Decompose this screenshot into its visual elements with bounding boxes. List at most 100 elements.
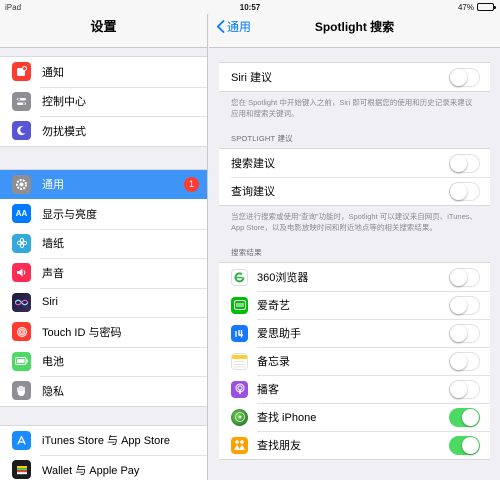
app-label: 360浏览器: [257, 272, 309, 284]
search-results-group: 360浏览器 爱奇艺 爱思助手 备忘录 播客 查找 iPhone 查找朋友: [219, 262, 490, 460]
speaker-icon: [12, 263, 31, 283]
app-row-find-iphone: 查找 iPhone: [219, 403, 490, 431]
sidebar-item-privacy[interactable]: 隐私: [0, 376, 207, 406]
search-results-header: 搜索结果: [231, 248, 262, 257]
sidebar-item-do-not-disturb[interactable]: 勿扰模式: [0, 116, 207, 146]
app-search-toggle[interactable]: [449, 295, 480, 315]
lookup-suggestions-row: 查询建议: [219, 177, 490, 205]
browser-360-icon: [231, 268, 248, 286]
app-row-podcasts: 播客: [219, 375, 490, 403]
toggle-knob: [450, 380, 467, 398]
wallpaper-icon: [12, 233, 31, 253]
toggle-knob: [462, 408, 479, 426]
siri-suggestions-row: Siri 建议: [219, 63, 490, 91]
sidebar-item-wallet[interactable]: Wallet 与 Apple Pay: [0, 455, 207, 480]
hand-icon: [12, 381, 31, 401]
sidebar-item-itunes-app-store[interactable]: iTunes Store 与 App Store: [0, 426, 207, 456]
sidebar-item-display-brightness[interactable]: AA 显示与亮度: [0, 199, 207, 229]
spotlight-settings-pane: 通用 Spotlight 搜索 Siri 建议 您在 Spotlight 中开始…: [209, 0, 500, 480]
app-label: 查找 iPhone: [257, 412, 317, 424]
sidebar-item-label: 控制中心: [42, 96, 86, 109]
sidebar-item-general[interactable]: 通用 1: [0, 169, 207, 199]
app-label: 备忘录: [257, 356, 290, 368]
app-label: 播客: [257, 384, 279, 396]
app-store-icon: [12, 430, 31, 450]
sidebar-item-label: Touch ID 与密码: [42, 326, 122, 339]
lookup-suggestions-toggle[interactable]: [449, 181, 480, 201]
spotlight-suggestions-footnote: 当您进行搜索或使用“查询”功能时，Spotlight 可以建议来自网页、iTun…: [231, 212, 477, 232]
sidebar-item-control-center[interactable]: 控制中心: [0, 86, 207, 117]
battery-icon: [477, 3, 496, 11]
spotlight-suggestions-group: 搜索建议 查询建议: [219, 148, 490, 206]
siri-icon: [12, 292, 31, 312]
sidebar-item-label: 显示与亮度: [42, 208, 97, 221]
app-label: 爱奇艺: [257, 300, 290, 312]
toggle-knob: [450, 154, 467, 172]
update-badge: 1: [184, 176, 199, 192]
find-friends-icon: [231, 436, 248, 454]
toggle-knob: [462, 436, 479, 454]
search-suggestions-toggle[interactable]: [449, 153, 480, 173]
toggle-knob: [450, 324, 467, 342]
toggle-knob: [450, 268, 467, 286]
toggle-knob: [450, 182, 467, 200]
sidebar-group-stores: iTunes Store 与 App Store Wallet 与 Apple …: [0, 424, 207, 480]
app-label: 查找朋友: [257, 440, 301, 452]
app-row-i4-assistant: 爱思助手: [219, 319, 490, 347]
app-search-toggle[interactable]: [449, 267, 480, 287]
app-search-toggle[interactable]: [449, 323, 480, 343]
spotlight-section-header: SPOTLIGHT 建议: [231, 134, 293, 143]
siri-suggestions-toggle[interactable]: [449, 67, 480, 87]
sidebar-item-label: 通知: [42, 66, 64, 79]
toggle-knob: [450, 296, 467, 314]
sidebar-item-label: iTunes Store 与 App Store: [42, 435, 170, 448]
sidebar-item-sounds[interactable]: 声音: [0, 258, 207, 288]
fingerprint-icon: [12, 322, 31, 342]
sidebar-item-battery[interactable]: 电池: [0, 346, 207, 377]
battery-indicator: 47%: [457, 2, 496, 12]
sidebar-group-alerts: 通知 控制中心 勿扰模式: [0, 56, 207, 147]
battery-percent: 47%: [457, 2, 474, 12]
app-search-toggle[interactable]: [449, 435, 480, 455]
sidebar-item-label: 勿扰模式: [42, 125, 86, 138]
sidebar-item-siri[interactable]: Siri: [0, 287, 207, 318]
sidebar-item-label: 声音: [42, 267, 64, 280]
app-search-toggle[interactable]: [449, 407, 480, 427]
i4-assistant-icon: [231, 324, 248, 342]
battery-icon: [12, 351, 31, 371]
app-search-toggle[interactable]: [449, 351, 480, 371]
display-brightness-icon: AA: [12, 204, 31, 224]
search-suggestions-label: 搜索建议: [231, 158, 275, 170]
status-bar: iPad 10:57 47%: [0, 0, 500, 14]
siri-suggestions-footnote: 您在 Spotlight 中开始键入之前，Siri 即可根据您的使用和历史记录来…: [231, 98, 473, 118]
notifications-icon: [12, 62, 31, 82]
sidebar-item-label: 电池: [42, 356, 64, 369]
find-iphone-icon: [231, 408, 248, 426]
lookup-suggestions-label: 查询建议: [231, 186, 275, 198]
app-row-notes: 备忘录: [219, 347, 490, 375]
sidebar-item-touch-id[interactable]: Touch ID 与密码: [0, 317, 207, 347]
app-search-toggle[interactable]: [449, 379, 480, 399]
app-row-iqiyi: 爱奇艺: [219, 291, 490, 319]
sidebar-group-general: 通用 1 AA 显示与亮度 墙纸 声音 Siri Touch ID 与密码 电池…: [0, 168, 207, 407]
search-suggestions-row: 搜索建议: [219, 149, 490, 177]
sidebar-item-label: 隐私: [42, 385, 64, 398]
podcasts-icon: [231, 380, 248, 398]
gear-icon: [12, 174, 31, 194]
sidebar-item-label: 墙纸: [42, 238, 64, 251]
toggle-knob: [450, 68, 467, 86]
page-title: Spotlight 搜索: [314, 20, 395, 34]
app-row-find-friends: 查找朋友: [219, 431, 490, 459]
sidebar-item-notifications[interactable]: 通知: [0, 57, 207, 87]
toggle-knob: [450, 352, 467, 370]
siri-suggestions-group: Siri 建议: [219, 62, 490, 92]
siri-suggestions-label: Siri 建议: [231, 72, 272, 84]
sidebar-title: 设置: [90, 19, 117, 34]
sidebar-item-wallpaper[interactable]: 墙纸: [0, 228, 207, 259]
moon-icon: [12, 121, 31, 141]
sidebar-item-label: Wallet 与 Apple Pay: [42, 464, 140, 477]
app-label: 爱思助手: [257, 328, 301, 340]
clock: 10:57: [239, 2, 261, 12]
settings-sidebar: 设置 通知 控制中心 勿扰模式 通用 1 AA 显示与亮度 墙纸 声音 Siri…: [0, 0, 208, 480]
control-center-icon: [12, 91, 31, 111]
